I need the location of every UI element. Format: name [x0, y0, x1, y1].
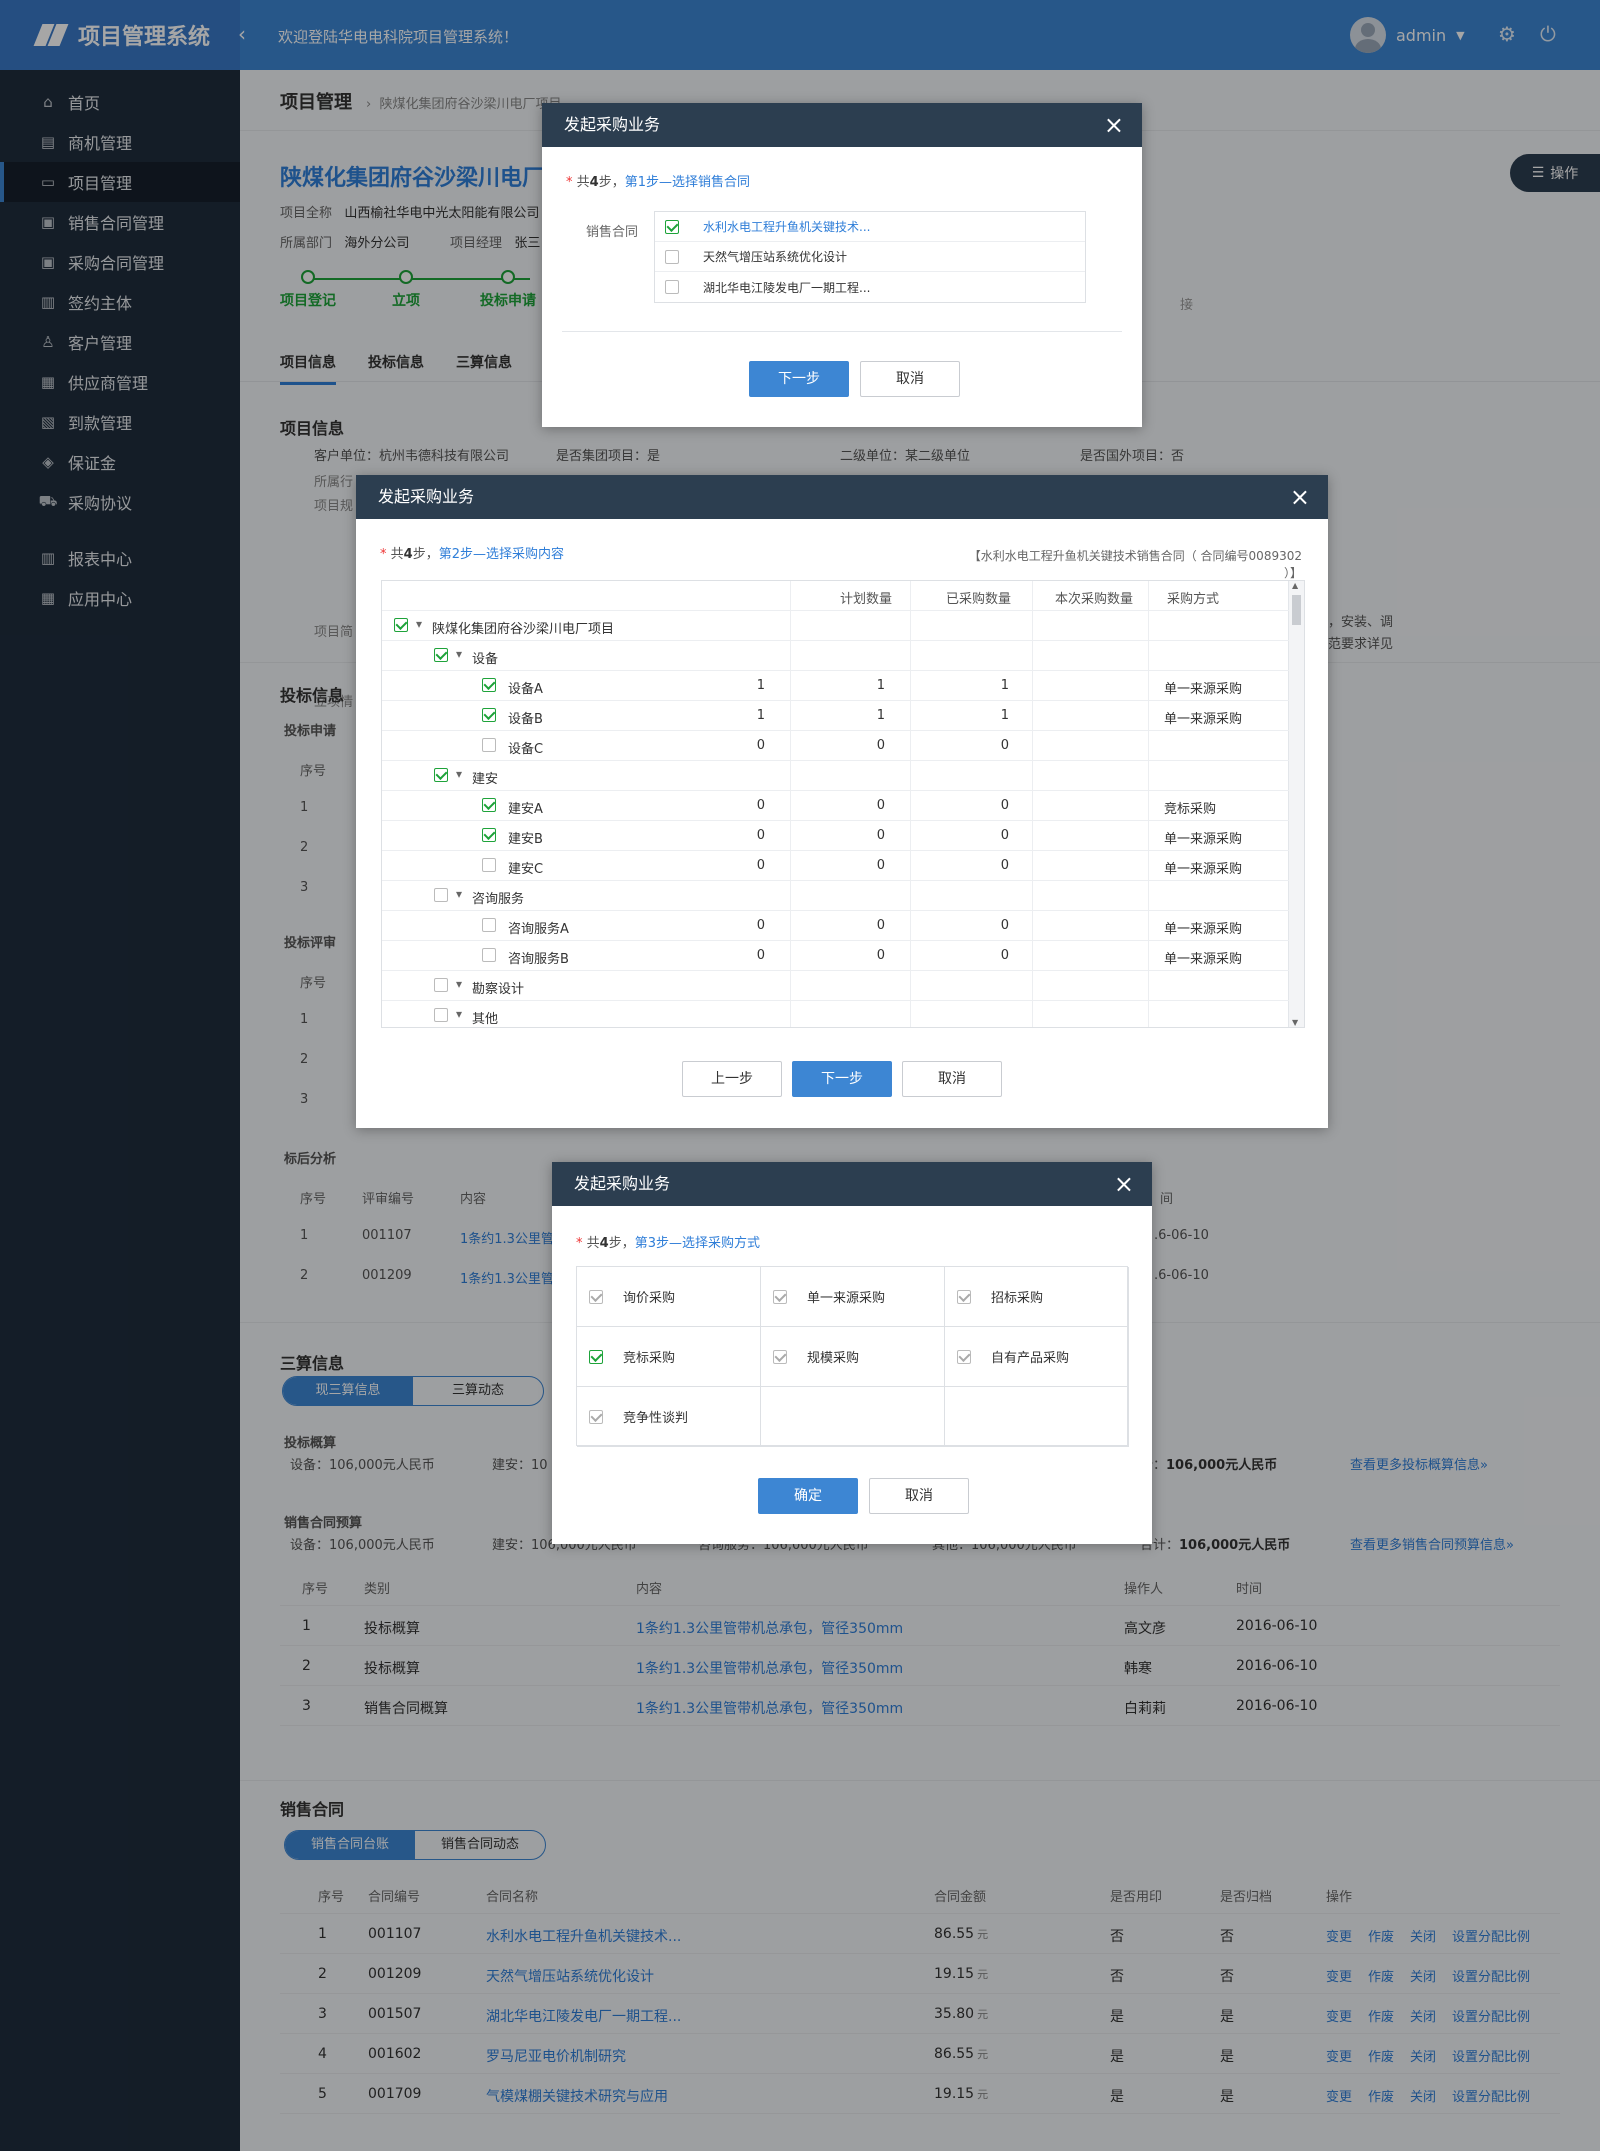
checkbox[interactable]: [665, 219, 679, 234]
table-row: ▾ 陕煤化集团府谷沙梁川电厂项目: [382, 611, 1289, 641]
cancel-button[interactable]: 取消: [860, 361, 960, 397]
table-row: ▾ 咨询服务: [382, 881, 1289, 911]
caret-down-icon[interactable]: ▾: [456, 1007, 462, 1021]
cancel-button[interactable]: 取消: [902, 1061, 1002, 1097]
checkbox[interactable]: [434, 978, 448, 992]
purchase-method-option[interactable]: 自有产品采购: [945, 1327, 1129, 1387]
table-row: 设备A 1 1 1 单一来源采购: [382, 671, 1289, 701]
close-icon[interactable]: ×: [1104, 103, 1124, 147]
purchase-method-option[interactable]: 询价采购: [577, 1267, 761, 1327]
purchase-method-option[interactable]: 规模采购: [761, 1327, 945, 1387]
checkbox[interactable]: [482, 708, 496, 722]
checkbox[interactable]: [957, 1289, 971, 1304]
caret-down-icon[interactable]: ▾: [456, 977, 462, 991]
checkbox[interactable]: [482, 798, 496, 812]
confirm-button[interactable]: 确定: [758, 1478, 858, 1514]
checkbox[interactable]: [773, 1349, 787, 1364]
checkbox[interactable]: [957, 1349, 971, 1364]
scrollbar[interactable]: ▲ ▼: [1288, 581, 1304, 1027]
checkbox[interactable]: [482, 738, 496, 752]
checkbox[interactable]: [434, 768, 448, 782]
checkbox[interactable]: [394, 618, 408, 632]
modal-step1: 发起采购业务 × * 共4步，第1步—选择销售合同 销售合同 水利水电工程升鱼机关…: [542, 103, 1142, 427]
checkbox[interactable]: [482, 918, 496, 932]
cancel-button[interactable]: 取消: [869, 1478, 969, 1514]
checkbox[interactable]: [434, 888, 448, 902]
contract-option[interactable]: 天然气增压站系统优化设计: [655, 242, 1085, 272]
table-row: 咨询服务B 0 0 0 单一来源采购: [382, 941, 1289, 971]
caret-down-icon[interactable]: ▾: [416, 617, 422, 631]
table-row: 设备B 1 1 1 单一来源采购: [382, 701, 1289, 731]
modal-title: 发起采购业务: [564, 115, 661, 134]
next-button[interactable]: 下一步: [792, 1061, 892, 1097]
table-row: 建安B 0 0 0 单一来源采购: [382, 821, 1289, 851]
caret-down-icon[interactable]: ▾: [456, 887, 462, 901]
purchase-method-option[interactable]: 单一来源采购: [761, 1267, 945, 1327]
checkbox[interactable]: [434, 1008, 448, 1022]
caret-down-icon[interactable]: ▾: [456, 767, 462, 781]
checkbox[interactable]: [773, 1289, 787, 1304]
contract-option[interactable]: 湖北华电江陵发电厂一期工程...: [655, 272, 1085, 302]
prev-button[interactable]: 上一步: [682, 1061, 782, 1097]
table-row: 设备C 0 0 0: [382, 731, 1289, 761]
table-row: 咨询服务A 0 0 0 单一来源采购: [382, 911, 1289, 941]
modal-step3: 发起采购业务 × * 共4步，第3步—选择采购方式 询价采购 单一来源采购 招标采购竞…: [552, 1162, 1152, 1544]
checkbox[interactable]: [482, 828, 496, 842]
caret-down-icon[interactable]: ▾: [456, 647, 462, 661]
contract-option[interactable]: 水利水电工程升鱼机关键技术...: [655, 212, 1085, 242]
checkbox[interactable]: [482, 858, 496, 872]
checkbox[interactable]: [589, 1409, 603, 1424]
table-row: ▾ 建安: [382, 761, 1289, 791]
table-row: ▾ 其他: [382, 1001, 1289, 1027]
purchase-method-grid: 询价采购 单一来源采购 招标采购竞标采购 规模采购 自有产品采购竞争性谈判: [576, 1266, 1129, 1447]
close-icon[interactable]: ×: [1114, 1162, 1134, 1206]
next-button[interactable]: 下一步: [749, 361, 849, 397]
table-row: 建安C 0 0 0 单一来源采购: [382, 851, 1289, 881]
checkbox[interactable]: [482, 948, 496, 962]
modal-step2: 发起采购业务 × * 共4步，第2步—选择采购内容 【水利水电工程升鱼机关键技术销…: [356, 475, 1328, 1128]
checkbox[interactable]: [482, 678, 496, 692]
table-header: 计划数量 已采购数量 本次采购数量 采购方式: [382, 581, 1289, 611]
table-row: ▾ 勘察设计: [382, 971, 1289, 1001]
checkbox[interactable]: [589, 1289, 603, 1304]
table-row: 建安A 0 0 0 竞标采购: [382, 791, 1289, 821]
checkbox[interactable]: [665, 280, 679, 294]
purchase-method-option[interactable]: 招标采购: [945, 1267, 1129, 1327]
modal-title: 发起采购业务: [574, 1174, 671, 1193]
purchase-content-table: ▲ ▼ 计划数量 已采购数量 本次采购数量 采购方式 ▾ 陕煤化集团府谷沙梁川电厂项目 ▾ 设备…: [381, 580, 1305, 1028]
close-icon[interactable]: ×: [1290, 475, 1310, 519]
checkbox[interactable]: [665, 249, 679, 264]
purchase-method-option[interactable]: 竞争性谈判: [577, 1387, 761, 1447]
modal-title: 发起采购业务: [378, 487, 475, 506]
purchase-method-option[interactable]: 竞标采购: [577, 1327, 761, 1387]
checkbox[interactable]: [434, 648, 448, 662]
checkbox[interactable]: [589, 1349, 603, 1364]
table-row: ▾ 设备: [382, 641, 1289, 671]
